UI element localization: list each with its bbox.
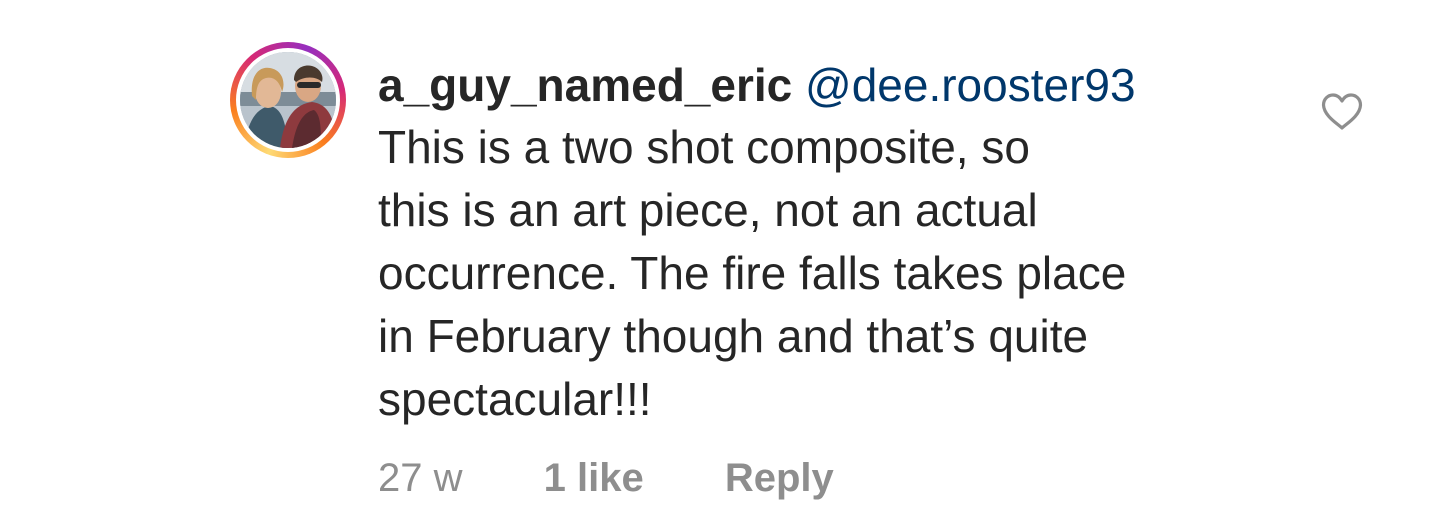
comment: a_guy_named_eric @dee.rooster93 This is …: [0, 0, 1440, 530]
comment-text-line: occurrence. The fire falls takes place: [378, 247, 1127, 299]
comment-text-line: this is an art piece, not an actual: [378, 184, 1038, 236]
heart-outline-icon: [1321, 93, 1363, 130]
like-button[interactable]: [1320, 92, 1364, 132]
avatar[interactable]: [240, 52, 336, 148]
comment-text-line: This is a two shot composite, so: [378, 121, 1030, 173]
comment-meta: 27 w 1 like Reply: [378, 452, 834, 504]
reply-button[interactable]: Reply: [725, 452, 834, 504]
avatar-photo-image: [240, 52, 336, 148]
comment-like-count[interactable]: 1 like: [544, 452, 644, 504]
comment-text-line: spectacular!!!: [378, 373, 652, 425]
comment-header: a_guy_named_eric @dee.rooster93: [378, 54, 1278, 116]
comment-username[interactable]: a_guy_named_eric: [378, 59, 792, 111]
comment-text-line: in February though and that’s quite: [378, 310, 1089, 362]
comment-timestamp: 27 w: [378, 456, 463, 500]
avatar-ring-gap: [236, 48, 340, 152]
comment-body: a_guy_named_eric @dee.rooster93 This is …: [378, 54, 1278, 431]
comment-text: This is a two shot composite, so this is…: [378, 116, 1278, 431]
comment-mention[interactable]: @dee.rooster93: [805, 59, 1136, 111]
avatar-story-ring[interactable]: [230, 42, 346, 158]
